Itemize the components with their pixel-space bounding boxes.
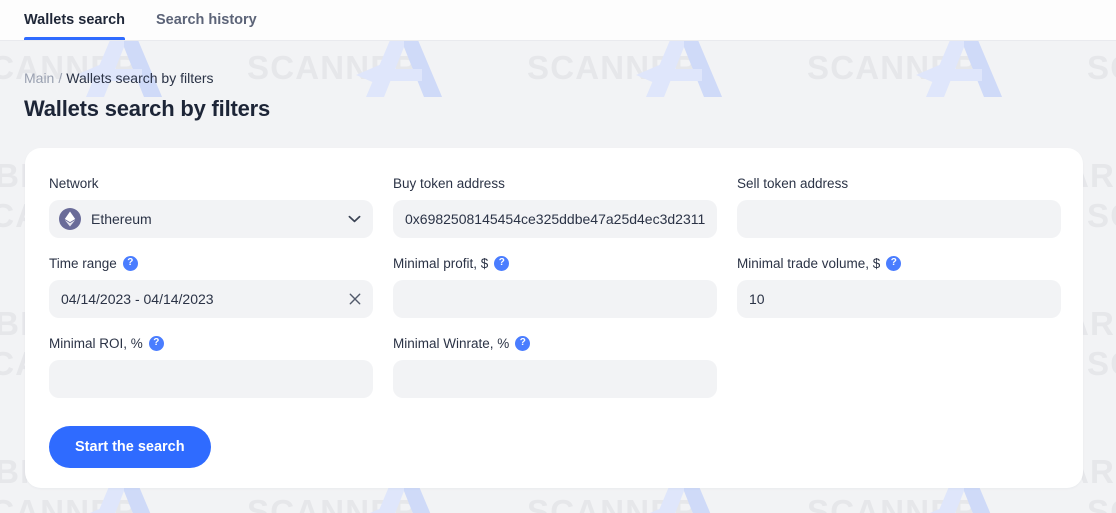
field-minimal-roi-label-text: Minimal ROI, % (49, 335, 143, 351)
field-time-range-label: Time range ? (49, 254, 373, 272)
tab-search-history[interactable]: Search history (156, 0, 257, 40)
field-minimal-profit-label-text: Minimal profit, $ (393, 255, 489, 271)
help-icon-time-range[interactable]: ? (122, 255, 138, 271)
field-sell-token-address-label-text: Sell token address (737, 175, 849, 191)
tab-search-history-label: Search history (156, 12, 257, 28)
buy-token-address-input[interactable]: 0x6982508145454ce325ddbe47a25d4ec3d23119… (393, 200, 717, 238)
watermark-line-1: ARBITRAGE (785, 41, 992, 47)
field-buy-token-address-label-text: Buy token address (393, 175, 505, 191)
field-minimal-roi-label: Minimal ROI, % ? (49, 334, 373, 352)
breadcrumb-separator: / (58, 70, 63, 86)
breadcrumb: Main / Wallets search by filters (24, 70, 270, 86)
field-minimal-profit-label: Minimal profit, $ ? (393, 254, 717, 272)
field-network: Network Ethereum (49, 174, 373, 238)
form-row-1: Network Ethereum Buy token address 0x698… (49, 174, 1061, 238)
minimal-roi-input[interactable] (49, 360, 373, 398)
breadcrumb-link-main[interactable]: Main (24, 70, 54, 86)
time-range-value: 04/14/2023 - 04/14/2023 (61, 291, 214, 307)
field-minimal-winrate: Minimal Winrate, % ? (393, 334, 717, 398)
field-time-range: Time range ? 04/14/2023 - 04/14/2023 (49, 254, 373, 318)
field-minimal-winrate-label-text: Minimal Winrate, % (393, 335, 510, 351)
watermark-line-2: SCANNER (0, 493, 139, 513)
start-the-search-button[interactable]: Start the search (49, 426, 211, 468)
help-icon-minimal-winrate[interactable]: ? (515, 335, 531, 351)
watermark-line-2: SCANNER (527, 493, 699, 513)
minimal-winrate-input[interactable] (393, 360, 717, 398)
tab-list: Wallets search Search history (0, 0, 1116, 40)
minimal-trade-volume-input[interactable]: 10 (737, 280, 1061, 318)
tab-wallets-search-label: Wallets search (24, 12, 126, 28)
watermark-line-1: ARBITRAGE (505, 41, 712, 47)
watermark-line-2: SCANNER (247, 49, 419, 86)
breadcrumb-current: Wallets search by filters (66, 70, 214, 86)
help-icon-minimal-profit[interactable]: ? (494, 255, 510, 271)
sell-token-address-input[interactable] (737, 200, 1061, 238)
watermark-line-2: SCANNER (807, 493, 979, 513)
field-network-label: Network (49, 174, 373, 192)
network-select[interactable]: Ethereum (49, 200, 373, 238)
watermark-tile: ARBITRAGE SCANNER (785, 41, 1065, 157)
field-minimal-profit: Minimal profit, $ ? (393, 254, 717, 318)
buy-token-address-value: 0x6982508145454ce325ddbe47a25d4ec3d23119… (405, 211, 705, 227)
field-minimal-trade-volume-label: Minimal trade volume, $ ? (737, 254, 1061, 272)
ethereum-icon (59, 208, 81, 230)
page-title: Wallets search by filters (24, 96, 271, 121)
field-sell-token-address-label: Sell token address (737, 174, 1061, 192)
form-row-2: Time range ? 04/14/2023 - 04/14/2023 Min… (49, 254, 1061, 318)
field-buy-token-address: Buy token address 0x6982508145454ce325dd… (393, 174, 717, 238)
watermark-line-2: SCANNER (1087, 493, 1116, 513)
watermark-tile: ARBITRAGE SCANNER (1065, 41, 1116, 157)
field-buy-token-address-label: Buy token address (393, 174, 717, 192)
field-minimal-winrate-label: Minimal Winrate, % ? (393, 334, 717, 352)
watermark-line-1: ARBITRAGE (1065, 41, 1116, 47)
filters-card: Network Ethereum Buy token address 0x698… (25, 148, 1083, 488)
watermark-line-2: SCANNER (1087, 345, 1116, 382)
top-navigation-bar: Wallets search Search history (0, 0, 1116, 41)
watermark-tile: ARBITRAGE SCANNER (505, 41, 785, 157)
page-header: Main / Wallets search by filters Wallets… (24, 70, 270, 122)
watermark-line-2: SCANNER (247, 493, 419, 513)
watermark-line-2: SCANNER (1087, 197, 1116, 234)
minimal-trade-volume-value: 10 (749, 291, 765, 307)
submit-row: Start the search (49, 426, 1059, 468)
time-range-input[interactable]: 04/14/2023 - 04/14/2023 (49, 280, 373, 318)
help-icon-minimal-roi[interactable]: ? (148, 335, 164, 351)
arbitrage-scanner-logo-icon (910, 41, 1018, 105)
field-minimal-trade-volume: Minimal trade volume, $ ? 10 (737, 254, 1061, 318)
clear-icon-time-range[interactable] (349, 293, 361, 305)
form-row-3: Minimal ROI, % ? Minimal Winrate, % ? (49, 334, 1059, 398)
watermark-line-2: SCANNER (1087, 49, 1116, 86)
chevron-down-icon[interactable] (348, 215, 361, 223)
help-icon-minimal-trade-volume[interactable]: ? (886, 255, 902, 271)
field-minimal-trade-volume-label-text: Minimal trade volume, $ (737, 255, 881, 271)
watermark-line-2: SCANNER (807, 49, 979, 86)
filters-card-content: Network Ethereum Buy token address 0x698… (49, 174, 1061, 468)
watermark-line-1: ARBITRAGE (0, 41, 152, 47)
field-network-label-text: Network (49, 175, 99, 191)
arbitrage-scanner-logo-icon (630, 41, 738, 105)
field-minimal-roi: Minimal ROI, % ? (49, 334, 373, 398)
arbitrage-scanner-logo-icon (350, 41, 458, 105)
watermark-line-1: ARBITRAGE (225, 41, 432, 47)
watermark-line-2: SCANNER (527, 49, 699, 86)
field-sell-token-address: Sell token address (737, 174, 1061, 238)
minimal-profit-input[interactable] (393, 280, 717, 318)
network-select-value: Ethereum (91, 211, 152, 227)
field-time-range-label-text: Time range (49, 255, 117, 271)
tab-wallets-search[interactable]: Wallets search (24, 0, 126, 40)
